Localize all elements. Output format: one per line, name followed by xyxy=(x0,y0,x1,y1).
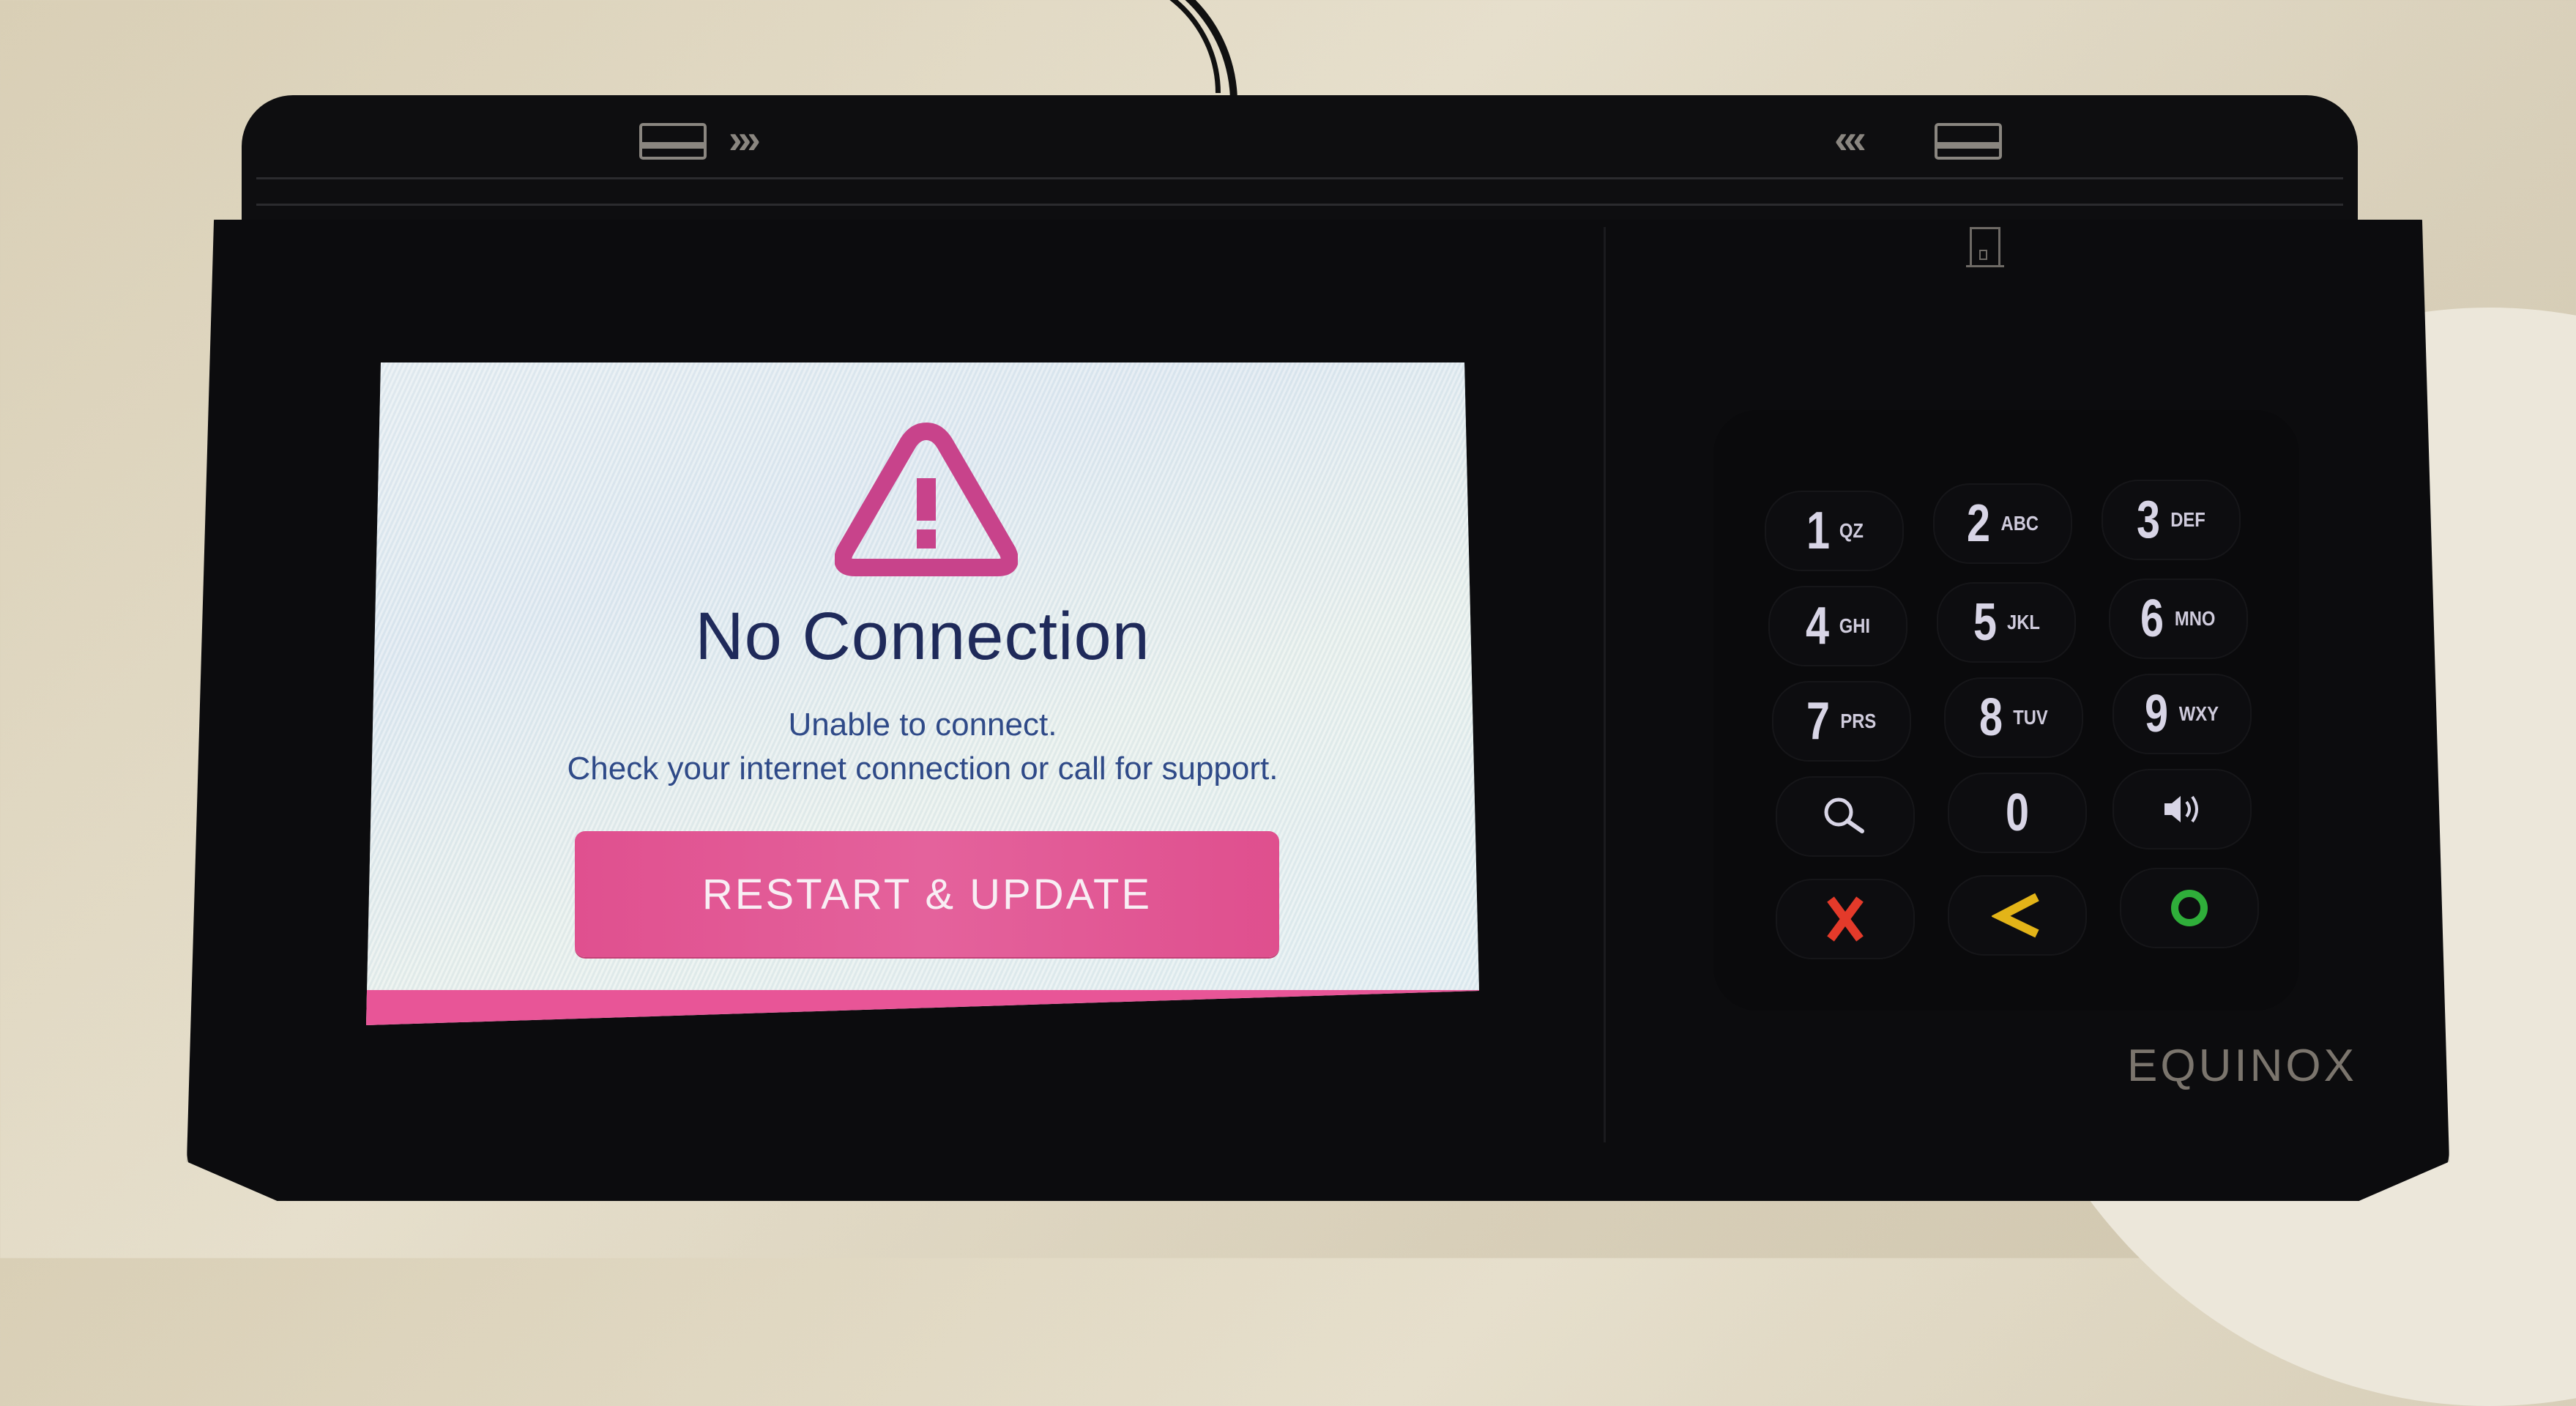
key-digit: 3 xyxy=(2136,491,2161,549)
chevrons-right-icon: ››› xyxy=(729,116,761,162)
key-6[interactable]: 6 MNO xyxy=(2109,579,2248,659)
key-cancel[interactable] xyxy=(1776,879,1915,959)
key-letters: PRS xyxy=(1840,710,1877,732)
card-swipe-icon xyxy=(639,123,707,160)
key-search[interactable] xyxy=(1776,776,1915,857)
key-letters: ABC xyxy=(2000,512,2039,535)
key-letters: GHI xyxy=(1839,614,1871,637)
key-letters: QZ xyxy=(1839,519,1864,542)
key-clear[interactable] xyxy=(1948,875,2087,956)
enter-o-icon xyxy=(2171,890,2208,926)
error-title: No Connection xyxy=(695,599,1150,674)
key-digit: 9 xyxy=(2145,685,2169,743)
key-digit: 5 xyxy=(1973,593,1997,652)
key-digit: 4 xyxy=(1806,597,1830,655)
warning-icon xyxy=(835,423,1018,576)
brand-logo: EQUINOX xyxy=(2127,1041,2357,1091)
power-cable-2 xyxy=(454,0,1221,93)
error-message-line2: Check your internet connection or call f… xyxy=(567,751,1278,786)
panel-divider xyxy=(1604,227,1606,1142)
key-8[interactable]: 8 TUV xyxy=(1944,677,2083,758)
terminal-screen: No Connection Unable to connect. Check y… xyxy=(366,362,1479,1025)
key-1[interactable]: 1 QZ xyxy=(1765,491,1904,571)
pin-keypad: 1 QZ 2 ABC 3 DEF 4 GHI 5 JKL 6 MNO 7 PRS 8 TUV 9… xyxy=(1713,410,2299,1011)
key-digit: 6 xyxy=(2140,589,2164,648)
key-enter[interactable] xyxy=(2120,868,2259,948)
swipe-slot-line xyxy=(256,177,2343,179)
key-digit: 0 xyxy=(2005,784,2030,842)
key-0[interactable]: 0 xyxy=(1948,773,2087,853)
chevrons-left-icon: ‹‹‹ xyxy=(1834,116,1866,162)
key-digit: 8 xyxy=(1978,688,2003,747)
key-7[interactable]: 7 PRS xyxy=(1772,681,1911,762)
key-letters: MNO xyxy=(2175,607,2216,630)
key-3[interactable]: 3 DEF xyxy=(2102,480,2241,560)
card-swipe-bar xyxy=(242,95,2358,223)
key-9[interactable]: 9 WXY xyxy=(2112,674,2252,754)
restart-update-button[interactable]: RESTART & UPDATE xyxy=(575,831,1279,957)
key-letters: TUV xyxy=(2013,706,2048,729)
backspace-chevron-icon xyxy=(1992,893,2039,938)
key-digit: 2 xyxy=(1966,494,1990,553)
key-4[interactable]: 4 GHI xyxy=(1768,586,1907,666)
key-letters: WXY xyxy=(2178,702,2219,725)
chip-card-icon xyxy=(1966,227,2004,267)
search-icon xyxy=(1824,797,1864,833)
key-letters: JKL xyxy=(2006,611,2040,633)
key-digit: 1 xyxy=(1806,502,1830,560)
swipe-slot-line-2 xyxy=(256,204,2343,206)
key-digit: 7 xyxy=(1806,692,1831,751)
cancel-x-icon xyxy=(1827,896,1864,942)
card-swipe-icon-right xyxy=(1935,123,2002,160)
error-message-line1: Unable to connect. xyxy=(788,707,1057,743)
volume-icon xyxy=(2164,795,2198,823)
key-letters: DEF xyxy=(2170,508,2205,531)
key-volume[interactable] xyxy=(2112,769,2252,849)
key-5[interactable]: 5 JKL xyxy=(1937,582,2076,663)
key-2[interactable]: 2 ABC xyxy=(1933,483,2072,564)
